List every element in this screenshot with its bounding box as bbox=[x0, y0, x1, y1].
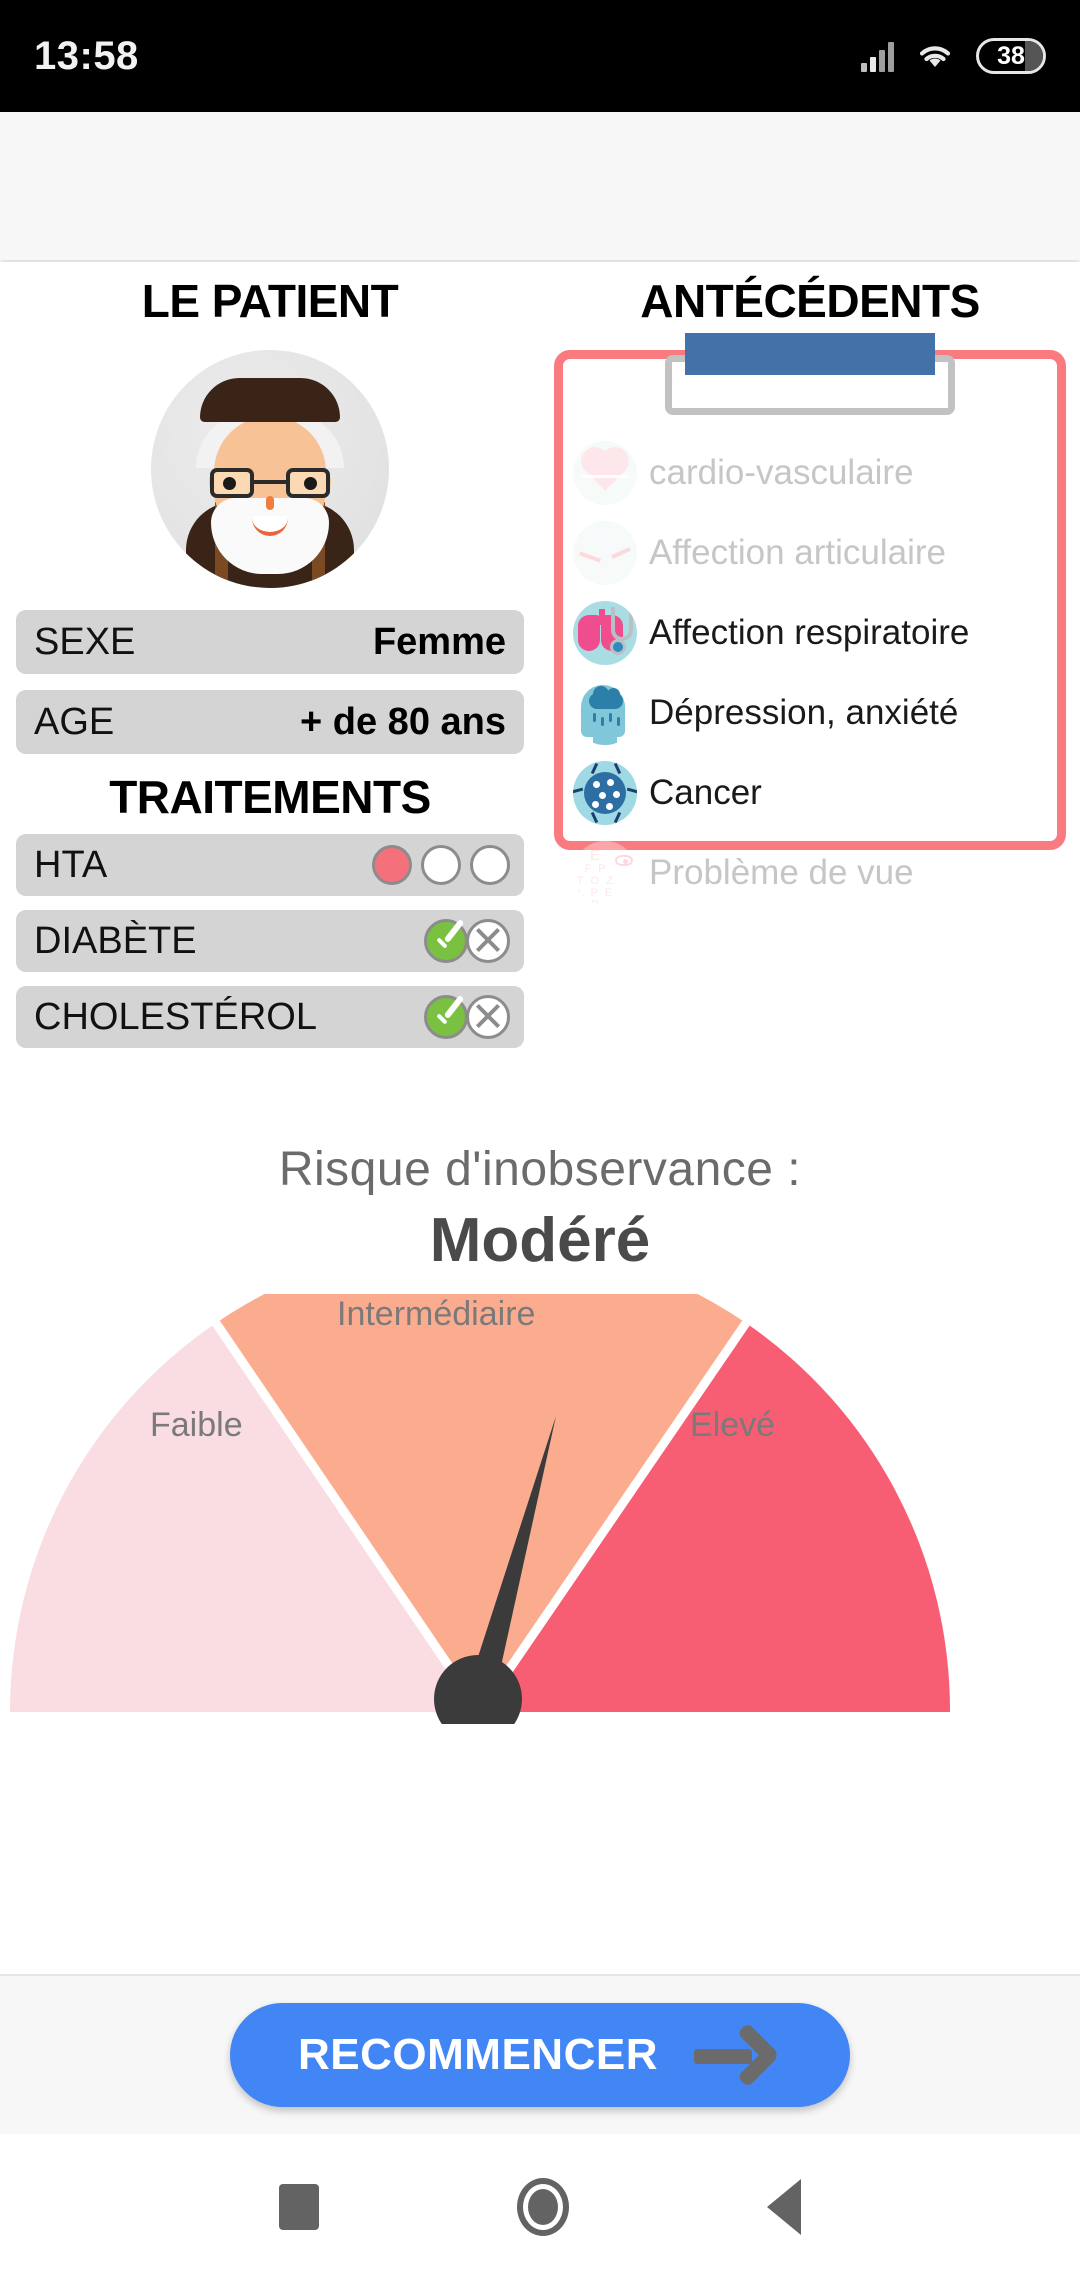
gauge-label-faible: Faible bbox=[150, 1406, 243, 1444]
android-nav-bar bbox=[0, 2134, 1080, 2280]
status-clock: 13:58 bbox=[34, 33, 139, 78]
app-bar bbox=[0, 112, 1080, 260]
antecedent-item-cancer[interactable]: Cancer bbox=[563, 753, 1057, 833]
gauge-svg bbox=[9, 1294, 951, 1724]
antecedent-item-affection-respiratoire[interactable]: Affection respiratoire bbox=[563, 593, 1057, 673]
field-label: SEXE bbox=[34, 620, 136, 663]
section-title-traitements: TRAITEMENTS bbox=[109, 771, 431, 823]
clipboard-clip-blue bbox=[685, 333, 935, 375]
triangle-back-icon[interactable] bbox=[767, 2179, 801, 2235]
elderly-patient-avatar bbox=[151, 350, 389, 588]
treatment-label: DIABÈTE bbox=[34, 919, 197, 962]
hta-dots[interactable] bbox=[372, 845, 510, 885]
antecedent-label: Affection respiratoire bbox=[649, 613, 970, 652]
restart-button-label: RECOMMENCER bbox=[298, 2030, 658, 2079]
signal-bars-icon bbox=[861, 40, 894, 72]
antecedent-item-probleme-de-vue[interactable]: E F P T O Z L P E D Problème de vue bbox=[563, 833, 1057, 913]
cancer-cell-icon bbox=[573, 761, 637, 825]
dot-empty-icon[interactable] bbox=[470, 845, 510, 885]
risk-value: Modéré bbox=[429, 1206, 651, 1275]
footer-bar: RECOMMENCER bbox=[0, 1974, 1080, 2134]
cholesterol-toggle[interactable] bbox=[424, 995, 510, 1039]
risk-label: Risque d'inobservance : bbox=[278, 1143, 802, 1196]
diabete-toggle[interactable] bbox=[424, 919, 510, 963]
antecedent-label: Cancer bbox=[649, 773, 762, 812]
field-value: Femme bbox=[372, 620, 506, 663]
status-bar: 13:58 38 bbox=[0, 0, 1080, 112]
check-circle-icon[interactable] bbox=[424, 919, 468, 963]
status-icons: 38 bbox=[861, 38, 1046, 74]
cross-circle-icon[interactable] bbox=[466, 995, 510, 1039]
dot-empty-icon[interactable] bbox=[421, 845, 461, 885]
antecedent-label: Dépression, anxiété bbox=[649, 693, 959, 732]
antecedent-item-affection-articulaire[interactable]: Affection articulaire bbox=[563, 513, 1057, 593]
antecedent-label: cardio-vasculaire bbox=[649, 453, 914, 492]
antecedent-label: Affection articulaire bbox=[649, 533, 947, 572]
field-value: + de 80 ans bbox=[300, 700, 506, 743]
gauge-label-intermediaire: Intermédiaire bbox=[337, 1295, 536, 1333]
check-circle-icon[interactable] bbox=[424, 995, 468, 1039]
patient-column: LE PATIENT SEXE Femme AGE + de 80 ans TR… bbox=[0, 262, 540, 1062]
battery-icon: 38 bbox=[976, 38, 1046, 74]
antecedent-item-depression-anxiete[interactable]: Dépression, anxiété bbox=[563, 673, 1057, 753]
square-recents-icon[interactable] bbox=[279, 2184, 319, 2230]
eye-chart-icon: E F P T O Z L P E D bbox=[573, 841, 637, 905]
joint-pain-icon bbox=[573, 521, 637, 585]
patient-field-sexe: SEXE Femme bbox=[16, 610, 524, 674]
restart-button[interactable]: RECOMMENCER bbox=[230, 2003, 850, 2107]
main-content: LE PATIENT SEXE Femme AGE + de 80 ans TR… bbox=[0, 262, 1080, 1974]
circle-home-icon[interactable] bbox=[517, 2178, 569, 2236]
treatment-label: CHOLESTÉROL bbox=[34, 995, 317, 1038]
treatment-row-hta[interactable]: HTA bbox=[16, 834, 524, 896]
treatment-row-diabete[interactable]: DIABÈTE bbox=[16, 910, 524, 972]
dot-filled-icon[interactable] bbox=[372, 845, 412, 885]
antecedent-label: Problème de vue bbox=[649, 853, 914, 892]
page-title-patient: LE PATIENT bbox=[141, 275, 399, 327]
battery-level: 38 bbox=[997, 41, 1025, 70]
antecedents-list: cardio-vasculaire Affection articulaire … bbox=[563, 433, 1057, 913]
page-title-antecedents: ANTÉCÉDENTS bbox=[640, 275, 980, 327]
antecedent-item-cardio-vasculaire[interactable]: cardio-vasculaire bbox=[563, 433, 1057, 513]
antecedents-column: ANTÉCÉDENTS cardio-vasculaire Affection … bbox=[540, 262, 1080, 905]
treatment-row-cholesterol[interactable]: CHOLESTÉROL bbox=[16, 986, 524, 1048]
risk-gauge-block: Risque d'inobservance : Modéré Faible In… bbox=[0, 1142, 1080, 1724]
field-label: AGE bbox=[34, 700, 115, 743]
heart-pulse-icon bbox=[573, 441, 637, 505]
clipboard-panel: cardio-vasculaire Affection articulaire … bbox=[554, 333, 1066, 905]
lungs-icon bbox=[573, 601, 637, 665]
rain-cloud-head-icon bbox=[573, 681, 637, 745]
wifi-icon bbox=[919, 46, 951, 67]
arrow-right-icon bbox=[693, 2022, 782, 2088]
cross-circle-icon[interactable] bbox=[466, 919, 510, 963]
treatment-label: HTA bbox=[34, 843, 108, 886]
gauge-label-eleve: Elevé bbox=[690, 1406, 776, 1444]
patient-field-age: AGE + de 80 ans bbox=[16, 690, 524, 754]
gauge-chart: Faible Intermédiaire Elevé bbox=[0, 1294, 1080, 1724]
